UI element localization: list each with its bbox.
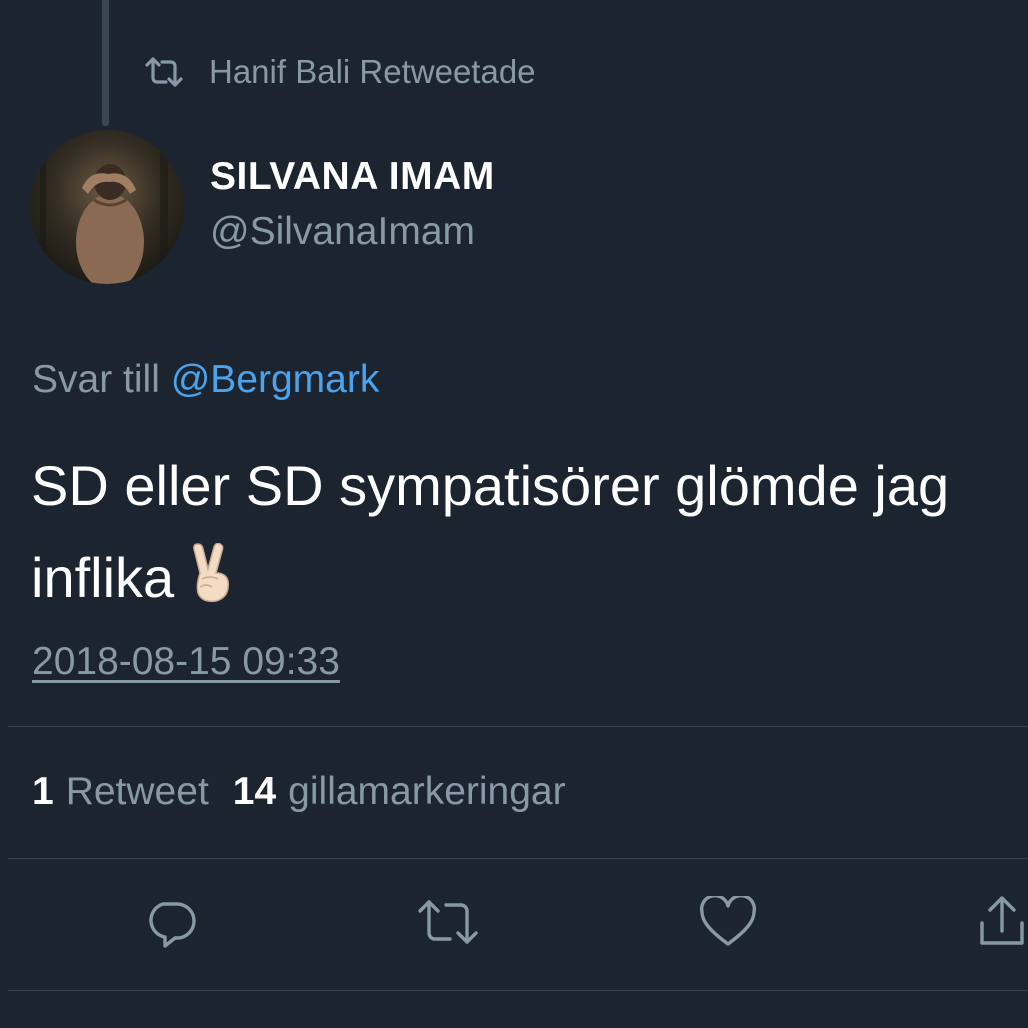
author-handle[interactable]: @SilvanaImam	[210, 210, 475, 254]
victory-hand-emoji	[186, 538, 238, 603]
tweet-stats: 1 Retweet 14 gillamarkeringar	[32, 770, 590, 814]
share-icon	[974, 893, 1028, 956]
thread-connector-line	[102, 0, 109, 126]
author-display-name[interactable]: SILVANA IMAM	[210, 155, 495, 199]
tweet-detail-view: Hanif Bali Retweetade SILVANA IMAM @Silv…	[0, 0, 1028, 1028]
retweets-label: Retweet	[65, 770, 209, 813]
divider	[8, 990, 1028, 991]
heart-icon	[699, 893, 757, 953]
tweet-text-line-2-wrap: inflika	[31, 532, 1021, 624]
reply-context: Svar till @Bergmark	[32, 358, 379, 402]
tweet-text-line-1: SD eller SD sympatisörer glömde jag	[31, 454, 950, 517]
tweet-text-line-2: inflika	[31, 546, 175, 609]
retweet-icon	[416, 897, 480, 952]
retweets-count: 1	[32, 770, 54, 813]
likes-label: gillamarkeringar	[288, 770, 566, 813]
reply-prefix: Svar till	[32, 358, 160, 401]
share-button[interactable]	[972, 894, 1028, 954]
retweet-icon	[144, 56, 184, 88]
like-button[interactable]	[698, 893, 758, 954]
tweet-body: SD eller SD sympatisörer glömde jag infl…	[31, 440, 1021, 624]
retweet-notice[interactable]: Hanif Bali Retweetade	[144, 50, 536, 94]
divider	[8, 858, 1028, 859]
divider	[8, 726, 1028, 727]
retweet-button[interactable]	[418, 894, 478, 954]
tweet-timestamp[interactable]: 2018-08-15 09:33	[32, 640, 340, 684]
reply-mention-link[interactable]: @Bergmark	[171, 358, 380, 401]
reply-button[interactable]	[141, 894, 201, 954]
likes-stat[interactable]: 14 gillamarkeringar	[233, 770, 566, 814]
retweet-notice-text: Hanif Bali Retweetade	[209, 53, 536, 90]
retweets-stat[interactable]: 1 Retweet	[32, 770, 209, 814]
avatar[interactable]	[30, 130, 184, 284]
reply-icon	[143, 894, 199, 955]
likes-count: 14	[232, 770, 277, 813]
